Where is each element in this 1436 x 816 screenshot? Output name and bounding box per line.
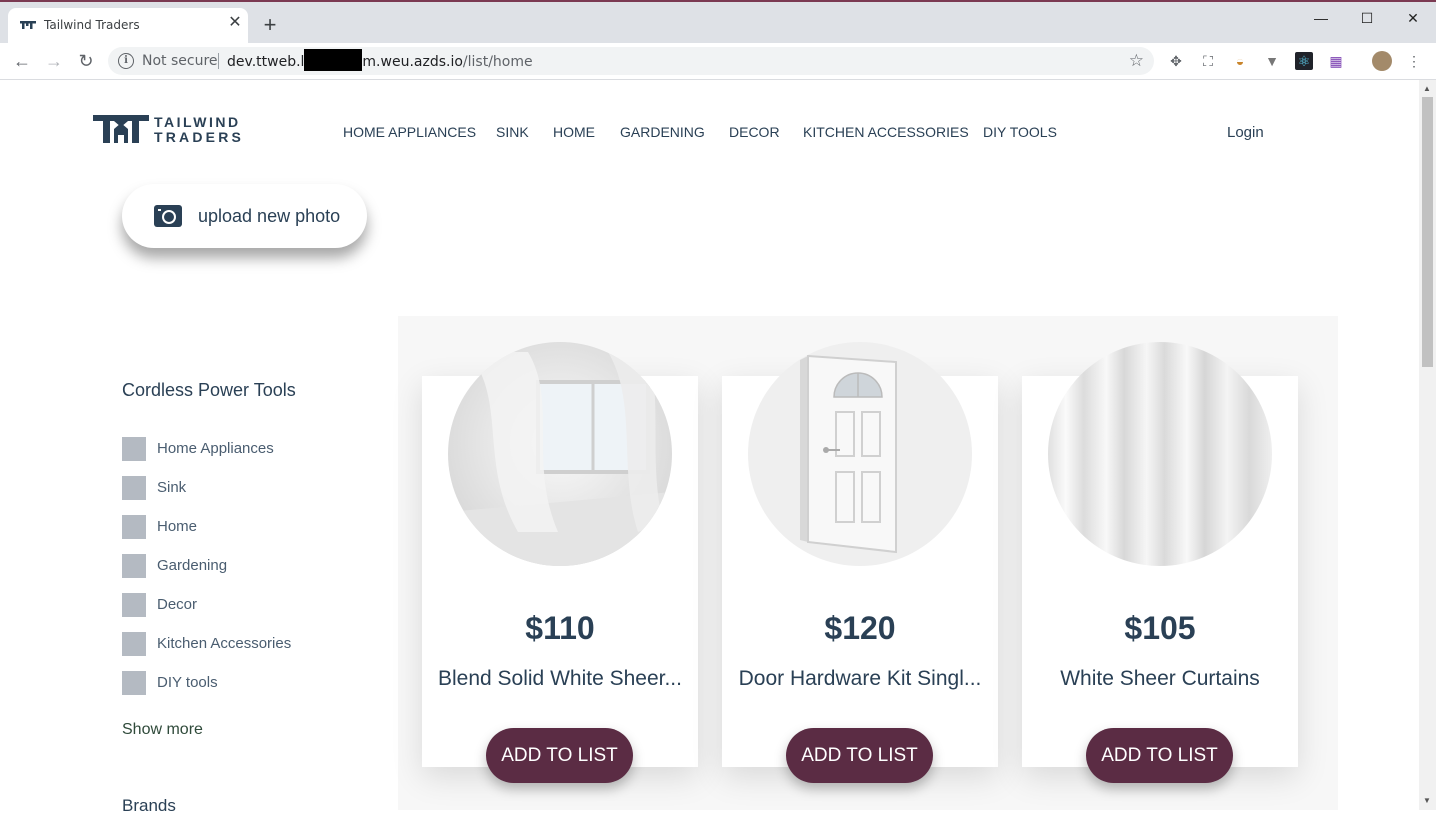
logo-text-bottom: TRADERS xyxy=(154,129,245,145)
screenshot-extension-icon[interactable]: ⛶ xyxy=(1199,52,1217,70)
product-name[interactable]: Door Hardware Kit Singl... xyxy=(732,667,988,691)
omnibox-separator xyxy=(218,53,219,69)
close-window-button[interactable]: ✕ xyxy=(1390,8,1436,28)
basket-extension-icon[interactable]: ◒ xyxy=(1231,52,1249,70)
tailwind-traders-logo[interactable]: TAILWIND TRADERS xyxy=(93,112,241,146)
product-name[interactable]: White Sheer Curtains xyxy=(1032,667,1288,691)
product-card[interactable]: $105 White Sheer Curtains ADD TO LIST xyxy=(1022,342,1298,783)
grid-extension-icon[interactable]: ▦ xyxy=(1327,52,1345,70)
tab-title: Tailwind Traders xyxy=(44,18,140,32)
logo-house-icon xyxy=(93,115,149,143)
add-to-list-button[interactable]: ADD TO LIST xyxy=(486,728,633,783)
tab-close-icon[interactable]: ✕ xyxy=(226,14,244,32)
reload-icon[interactable]: ↻ xyxy=(74,49,98,73)
login-link[interactable]: Login xyxy=(1227,124,1264,141)
product-price: $105 xyxy=(1124,610,1196,646)
scroll-down-icon[interactable]: ▼ xyxy=(1423,796,1431,805)
back-icon[interactable]: ← xyxy=(10,49,34,73)
profile-avatar[interactable] xyxy=(1372,51,1392,71)
maximize-button[interactable]: ☐ xyxy=(1344,8,1390,28)
product-name[interactable]: Blend Solid White Sheer... xyxy=(432,667,688,691)
checkbox[interactable] xyxy=(122,593,146,617)
new-tab-button[interactable]: + xyxy=(258,14,282,38)
move-extension-icon[interactable]: ✥ xyxy=(1167,52,1185,70)
logo-text-top: TAILWIND xyxy=(154,114,241,130)
menu-kebab-icon[interactable]: ⋮ xyxy=(1405,52,1423,70)
scroll-up-icon[interactable]: ▲ xyxy=(1423,84,1431,93)
scrollbar-thumb[interactable] xyxy=(1422,97,1433,367)
vue-extension-icon[interactable]: ▼ xyxy=(1263,52,1281,70)
checkbox[interactable] xyxy=(122,476,146,500)
forward-icon[interactable]: → xyxy=(42,49,66,73)
security-label: Not secure xyxy=(142,53,218,69)
browser-toolbar: ← → ↻ i Not secure dev.ttweb.l m.weu.azds… xyxy=(0,43,1436,80)
address-bar[interactable]: i Not secure dev.ttweb.l m.weu.azds.io/li… xyxy=(108,47,1154,75)
checkbox[interactable] xyxy=(122,671,146,695)
camera-icon xyxy=(154,205,182,227)
upload-photo-button[interactable]: upload new photo xyxy=(122,184,367,248)
nav-decor[interactable]: DECOR xyxy=(729,124,780,140)
redaction-block xyxy=(304,49,363,71)
product-price: $110 xyxy=(525,610,595,646)
nav-home[interactable]: HOME xyxy=(553,124,595,140)
add-to-list-button[interactable]: ADD TO LIST xyxy=(786,728,933,783)
nav-gardening[interactable]: GARDENING xyxy=(620,124,705,140)
upload-label: upload new photo xyxy=(198,206,341,226)
sidebar-title: Cordless Power Tools xyxy=(122,380,296,400)
nav-home-appliances[interactable]: HOME APPLIANCES xyxy=(343,124,476,140)
checkbox[interactable] xyxy=(122,437,146,461)
product-image-door[interactable] xyxy=(748,342,972,566)
info-icon[interactable]: i xyxy=(118,53,134,69)
checkbox[interactable] xyxy=(122,632,146,656)
product-card[interactable]: $120 Door Hardware Kit Singl... ADD TO L… xyxy=(722,342,998,783)
browser-tab[interactable]: Tailwind Traders ✕ xyxy=(8,8,248,43)
product-image-curtain-window[interactable] xyxy=(448,342,672,566)
page-scrollbar[interactable]: ▲ ▼ xyxy=(1419,80,1436,810)
checkbox[interactable] xyxy=(122,515,146,539)
react-extension-icon[interactable]: ⚛ xyxy=(1295,52,1313,70)
tab-strip: Tailwind Traders ✕ + — ☐ ✕ xyxy=(0,2,1436,43)
product-image-sheer-curtains[interactable] xyxy=(1048,342,1272,566)
nav-sink[interactable]: SINK xyxy=(496,124,529,140)
brands-title: Brands xyxy=(122,796,176,815)
show-more-link[interactable]: Show more xyxy=(122,721,203,739)
minimize-button[interactable]: — xyxy=(1298,8,1344,28)
tailwind-favicon-icon xyxy=(20,21,36,29)
nav-diy-tools[interactable]: DIY TOOLS xyxy=(983,124,1057,140)
checkbox[interactable] xyxy=(122,554,146,578)
product-card[interactable]: $110 Blend Solid White Sheer... ADD TO L… xyxy=(422,342,698,783)
bookmark-star-icon[interactable]: ☆ xyxy=(1129,51,1144,71)
add-to-list-button[interactable]: ADD TO LIST xyxy=(1086,728,1233,783)
url-text[interactable]: dev.ttweb.l m.weu.azds.io/list/home xyxy=(227,49,533,71)
product-price: $120 xyxy=(824,610,896,646)
nav-kitchen-accessories[interactable]: KITCHEN ACCESSORIES xyxy=(803,124,969,140)
